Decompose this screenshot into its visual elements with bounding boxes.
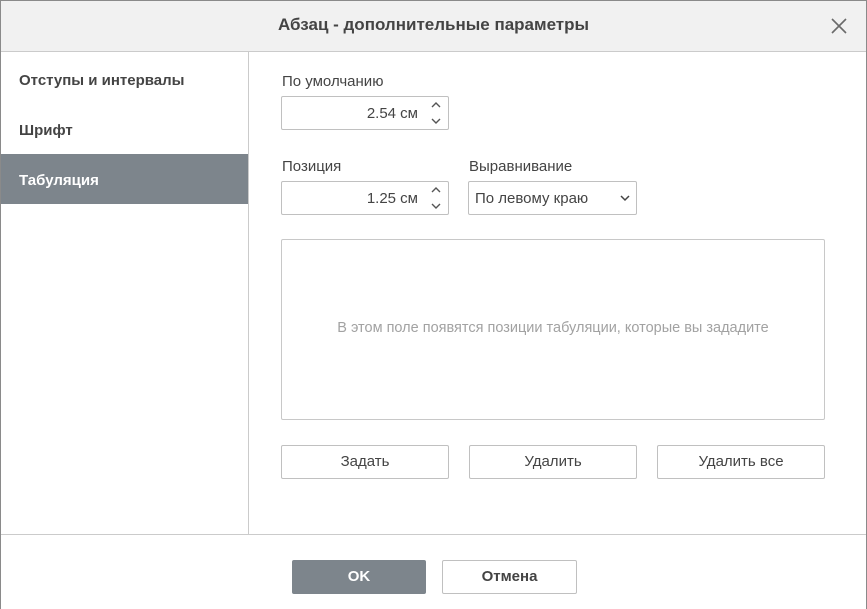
sidebar-item-label: Шрифт — [19, 122, 73, 139]
tab-stops-list[interactable]: В этом поле появятся позиции табуляции, … — [281, 239, 825, 420]
dialog-header: Абзац - дополнительные параметры — [1, 1, 866, 52]
default-tab-stepper[interactable]: 2.54 см — [281, 96, 449, 130]
alignment-select[interactable]: По левому краю — [468, 181, 637, 215]
dialog-title: Абзац - дополнительные параметры — [277, 15, 590, 34]
delete-all-tabs-button[interactable]: Удалить все — [657, 445, 825, 479]
sidebar-item-tabs[interactable]: Табуляция — [1, 154, 248, 204]
sidebar-item-font[interactable]: Шрифт — [1, 104, 248, 154]
default-tab-label: По умолчанию — [282, 73, 384, 90]
close-icon — [831, 18, 847, 34]
spinner-up-icon — [431, 102, 441, 108]
position-value: 1.25 см — [366, 190, 418, 207]
position-label: Позиция — [282, 158, 342, 175]
sidebar-item-label: Отступы и интервалы — [19, 72, 185, 89]
spinner-down-icon — [431, 118, 441, 124]
spinner-arrows[interactable] — [424, 182, 448, 214]
paragraph-settings-dialog: Абзац - дополнительные параметры Отступы… — [0, 0, 867, 609]
position-stepper[interactable]: 1.25 см — [281, 181, 449, 215]
settings-sidebar: Отступы и интервалы Шрифт Табуляция — [1, 52, 249, 534]
default-tab-value: 2.54 см — [366, 105, 418, 122]
ok-button[interactable]: OK — [292, 560, 426, 594]
sidebar-item-label: Табуляция — [19, 172, 99, 189]
set-tab-button[interactable]: Задать — [281, 445, 449, 479]
chevron-down-icon — [620, 195, 630, 202]
close-button[interactable] — [828, 15, 850, 37]
dialog-footer: OK Отмена — [1, 534, 866, 609]
spinner-down-icon — [431, 203, 441, 209]
tab-stops-placeholder: В этом поле появятся позиции табуляции, … — [337, 320, 769, 336]
delete-tab-button[interactable]: Удалить — [469, 445, 637, 479]
spinner-arrows[interactable] — [424, 97, 448, 129]
sidebar-item-indents-spacing[interactable]: Отступы и интервалы — [1, 54, 248, 104]
alignment-label: Выравнивание — [469, 158, 573, 175]
alignment-value: По левому краю — [475, 190, 589, 207]
spinner-up-icon — [431, 187, 441, 193]
cancel-button[interactable]: Отмена — [442, 560, 577, 594]
